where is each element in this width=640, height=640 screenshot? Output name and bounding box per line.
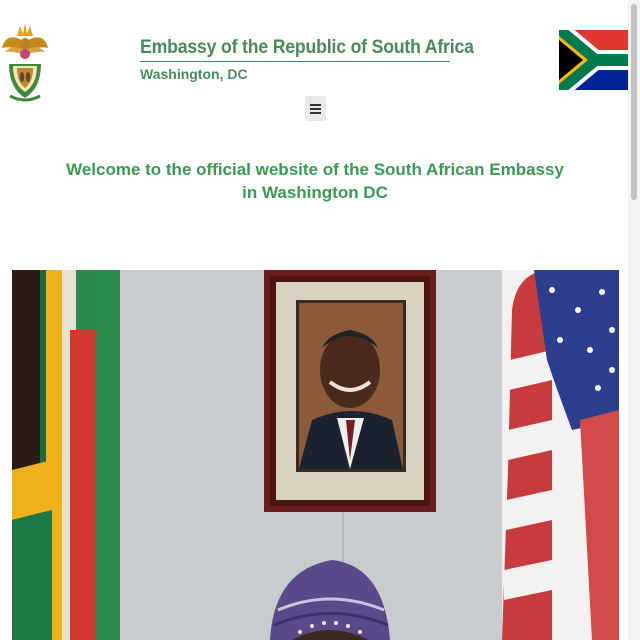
hero-photo (12, 270, 619, 640)
site-title[interactable]: Embassy of the Republic of South Africa (140, 36, 474, 60)
south-africa-flag-icon (552, 22, 631, 98)
site-brand[interactable]: Embassy of the Republic of South Africa … (140, 36, 474, 83)
welcome-line-2: in Washington DC (242, 183, 388, 202)
page-scrollbar[interactable] (628, 0, 640, 640)
page: Embassy of the Republic of South Africa … (0, 0, 640, 640)
title-divider (140, 61, 450, 62)
site-subtitle: Washington, DC (140, 66, 248, 82)
menu-toggle-button[interactable] (305, 96, 326, 121)
welcome-heading: Welcome to the official website of the S… (60, 158, 570, 204)
welcome-line-1: Welcome to the official website of the S… (66, 160, 564, 179)
coat-of-arms-icon[interactable] (0, 18, 50, 102)
hamburger-menu-icon (310, 103, 321, 114)
scrollbar-thumb[interactable] (631, 4, 637, 200)
